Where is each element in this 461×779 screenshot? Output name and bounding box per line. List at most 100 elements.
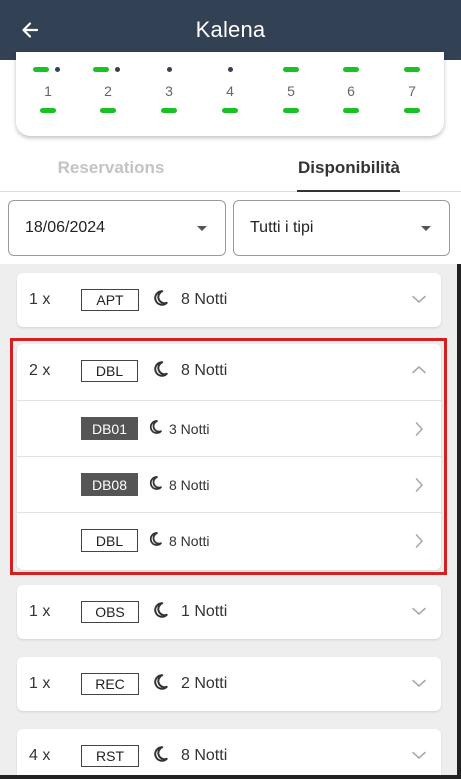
app-title: Kalena [195,17,266,42]
moon-icon [154,361,168,377]
room-unit-badge: DB08 [81,473,138,496]
nights-count: 8 Notti [181,291,228,308]
calendar-area: 1 2 3 4 5 6 7 [0,52,461,152]
calendar-day[interactable]: 4 [210,52,250,136]
availability-marks [392,67,432,73]
availability-dot [55,67,60,72]
availability-marks [149,67,189,73]
room-type-card-expanded: 2 x DBL 8 Notti DB01 3 Notti DB08 8 Nott… [17,344,441,570]
date-select[interactable]: 18/06/2024 [8,200,226,256]
moon-icon [154,290,168,306]
calendar-strip: 1 2 3 4 5 6 7 [16,52,444,136]
availability-dot [228,67,233,72]
availability-bar [100,108,116,113]
availability-bar [283,67,299,72]
chevron-down-icon [412,751,426,759]
filters-bar: 18/06/2024 Tutti i tipi [0,192,461,264]
room-type-badge: OBS [81,601,139,623]
availability-bar [404,108,420,113]
room-type-row-rec[interactable]: 1 x REC 2 Notti [17,657,441,711]
nights-count: 2 Notti [181,675,228,692]
calendar-day-number: 3 [165,83,173,99]
availability-marks [88,67,128,73]
availability-bar [404,67,420,72]
tab-bar: Reservations Disponibilità [0,152,461,192]
chevron-right-icon [415,422,423,436]
chevron-down-icon [412,295,426,303]
room-type-row-obs[interactable]: 1 x OBS 1 Notti [17,585,441,639]
tab-disponibilita[interactable]: Disponibilità [281,152,417,192]
availability-marks [271,67,311,73]
calendar-day[interactable]: 6 [331,52,371,136]
nights-count: 8 Notti [181,362,228,379]
chevron-down-icon [412,607,426,615]
moon-icon [154,674,168,690]
room-quantity: 1 x [29,603,51,620]
availability-bar [222,108,238,113]
window-edge [457,264,461,779]
room-quantity: 4 x [29,747,51,764]
availability-marks [331,67,371,73]
room-unit-row[interactable]: DB08 8 Notti [17,456,441,512]
availability-list: 1 x APT 8 Notti 2 x DBL 8 Notti DB01 3 N… [0,264,461,779]
nights-count: 8 Notti [181,747,228,764]
room-type-card: 1 x REC 2 Notti [17,657,441,711]
date-select-value: 18/06/2024 [25,219,106,236]
dropdown-caret-icon [421,226,431,231]
room-type-badge: RST [81,745,139,767]
moon-icon [149,476,162,490]
room-type-card: 1 x APT 8 Notti [17,273,441,327]
calendar-day[interactable]: 1 [28,52,68,136]
room-quantity: 1 x [29,675,51,692]
availability-bar [33,67,49,72]
room-type-badge: DBL [81,360,138,382]
availability-bar [93,67,109,72]
availability-bar [40,108,56,113]
chevron-up-icon [412,366,426,374]
room-type-badge: REC [81,673,139,695]
room-quantity: 1 x [29,291,51,308]
calendar-day[interactable]: 2 [88,52,128,136]
nights-count: 8 Notti [169,533,210,549]
moon-icon [154,746,168,762]
availability-bar [343,108,359,113]
app-bar: Kalena [0,0,461,60]
room-type-row-rst[interactable]: 4 x RST 8 Notti [17,729,441,779]
type-select[interactable]: Tutti i tipi [233,200,450,256]
room-unit-row[interactable]: DB01 3 Notti [17,400,441,456]
calendar-day-number: 4 [226,83,234,99]
calendar-day-number: 1 [44,83,52,99]
moon-icon [149,420,162,434]
availability-marks [210,67,250,73]
room-type-row-apt[interactable]: 1 x APT 8 Notti [17,273,441,327]
room-type-card: 4 x RST 8 Notti [17,729,441,779]
calendar-day[interactable]: 3 [149,52,189,136]
room-unit-row[interactable]: DBL 8 Notti [17,512,441,568]
room-unit-badge: DBL [81,529,138,552]
chevron-right-icon [415,534,423,548]
window-edge [0,775,461,779]
availability-bar [161,108,177,113]
calendar-day-number: 2 [104,83,112,99]
calendar-day-number: 5 [287,83,295,99]
nights-count: 3 Notti [169,421,210,437]
room-type-card: 1 x OBS 1 Notti [17,585,441,639]
calendar-day-number: 6 [347,83,355,99]
availability-bar [343,67,359,72]
availability-bar [283,108,299,113]
back-arrow-icon[interactable] [16,16,44,44]
tab-reservations[interactable]: Reservations [16,152,206,192]
nights-count: 8 Notti [169,477,210,493]
nights-count: 1 Notti [181,603,228,620]
calendar-day[interactable]: 5 [271,52,311,136]
room-unit-badge: DB01 [81,417,138,440]
room-type-row-dbl[interactable]: 2 x DBL 8 Notti [17,344,441,400]
type-select-value: Tutti i tipi [250,219,314,236]
availability-marks [28,67,68,73]
calendar-day-number: 7 [408,83,416,99]
moon-icon [154,602,168,618]
calendar-day[interactable]: 7 [392,52,432,136]
chevron-down-icon [412,679,426,687]
availability-dot [167,67,172,72]
room-type-badge: APT [81,289,139,311]
